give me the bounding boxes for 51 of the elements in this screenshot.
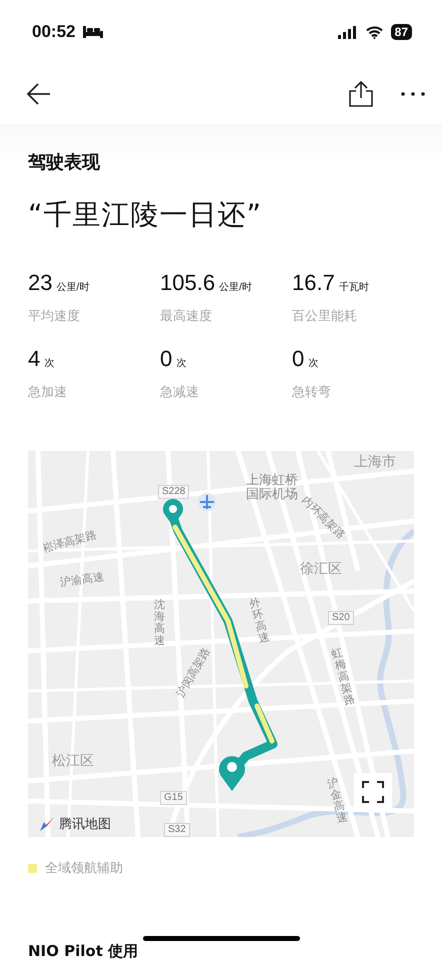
fullscreen-icon xyxy=(362,781,384,804)
stat-label: 最高速度 xyxy=(160,308,213,326)
plane-icon xyxy=(198,492,216,511)
stat-value: 105.6 xyxy=(160,270,216,296)
stat-unit: 次 xyxy=(308,357,318,372)
share-button[interactable] xyxy=(348,81,374,107)
stat-unit: 次 xyxy=(44,357,54,372)
place-label: 松江区 xyxy=(52,752,94,770)
poi-label: 上海虹桥 xyxy=(246,472,298,488)
road-label: 外环高速 xyxy=(248,596,272,646)
more-button[interactable] xyxy=(400,91,426,97)
road-label: 沪金高速 xyxy=(326,776,350,826)
stat-label: 平均速度 xyxy=(28,308,81,326)
stat-value: 0 xyxy=(292,346,304,372)
bed-icon xyxy=(83,26,104,38)
road-number: S20 xyxy=(328,610,354,625)
stat-label: 急减速 xyxy=(160,384,200,402)
status-time: 00:52 xyxy=(32,21,76,44)
stat-unit: 公里/时 xyxy=(56,280,90,295)
road-label: 沈海高速 xyxy=(154,598,165,647)
stat-value: 16.7 xyxy=(292,270,335,296)
stat-value: 4 xyxy=(28,346,40,372)
stat-label: 急转弯 xyxy=(292,384,332,402)
stat-value: 23 xyxy=(28,270,52,296)
wifi-icon xyxy=(366,26,383,38)
place-label: 上海市 xyxy=(354,454,396,470)
poi-label: 国际机场 xyxy=(246,486,298,502)
fullscreen-button[interactable] xyxy=(354,772,392,811)
road-label: 虹梅高架路 xyxy=(330,646,357,708)
place-label: 徐汇区 xyxy=(300,560,342,578)
battery-level: 87 xyxy=(390,24,412,40)
quote-title: “千里江陵一日还” xyxy=(28,196,264,233)
legend-label: 全域领航辅助 xyxy=(45,860,123,878)
road-number: S32 xyxy=(164,822,190,837)
section-title: 驾驶表现 xyxy=(28,152,101,174)
road-label: 崧泽高架路 xyxy=(41,528,98,555)
stat-value: 0 xyxy=(160,346,172,372)
road-number: G15 xyxy=(160,790,187,805)
stat-unit: 千瓦时 xyxy=(338,280,369,295)
section-title: NIO Pilot 使用 xyxy=(28,944,138,958)
back-button[interactable] xyxy=(26,81,52,107)
stat-unit: 公里/时 xyxy=(219,280,252,295)
road-label: 内环高架路 xyxy=(299,493,348,542)
road-number: S228 xyxy=(158,484,190,499)
signal-icon xyxy=(338,26,358,38)
stat-label: 百公里能耗 xyxy=(292,308,358,326)
stat-label: 急加速 xyxy=(28,384,68,402)
road-label: 沪渝高速 xyxy=(59,570,105,589)
road-label: 沪闵高架路 xyxy=(174,645,213,700)
stat-unit: 次 xyxy=(176,357,186,372)
map-provider-label: 腾讯地图 xyxy=(59,816,111,834)
